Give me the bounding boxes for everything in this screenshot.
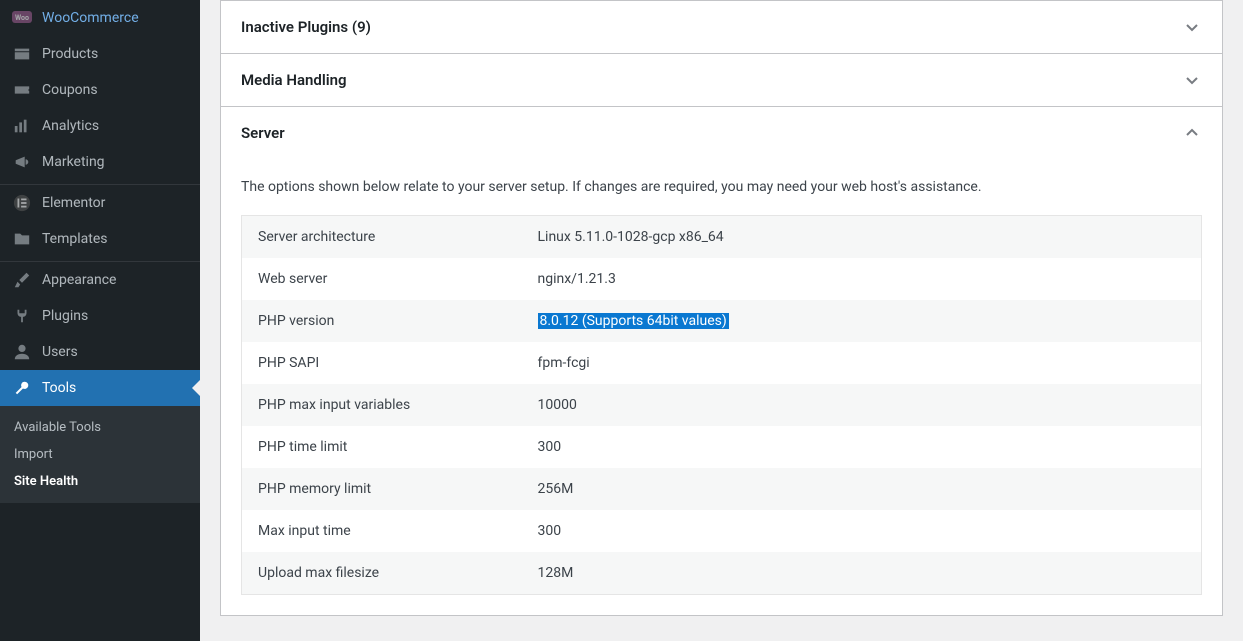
- bars-icon: [12, 116, 32, 136]
- row-value: 300: [522, 510, 1202, 552]
- section-title: Server: [241, 124, 285, 142]
- wrench-icon: [12, 378, 32, 398]
- table-row: PHP time limit300: [242, 426, 1202, 468]
- table-row: Web servernginx/1.21.3: [242, 258, 1202, 300]
- section-title: Media Handling: [241, 71, 347, 89]
- box-icon: [12, 44, 32, 64]
- row-value: nginx/1.21.3: [522, 258, 1202, 300]
- sidebar-item-label: Users: [42, 344, 78, 360]
- megaphone-icon: [12, 152, 32, 172]
- row-label: PHP version: [242, 300, 522, 342]
- elementor-icon: [12, 193, 32, 213]
- woocommerce-icon: Woo: [12, 8, 32, 28]
- chevron-down-icon: [1182, 17, 1202, 37]
- sidebar-item-label: Appearance: [42, 272, 116, 288]
- sidebar-item-appearance[interactable]: Appearance: [0, 262, 200, 298]
- table-row: PHP memory limit256M: [242, 468, 1202, 510]
- highlighted-text: 8.0.12 (Supports 64bit values): [538, 313, 729, 329]
- sidebar-item-label: Coupons: [42, 82, 98, 98]
- table-row: PHP version 8.0.12 (Supports 64bit values…: [242, 300, 1202, 342]
- sidebar-item-tools[interactable]: Tools: [0, 370, 200, 406]
- sidebar-item-elementor[interactable]: Elementor: [0, 185, 200, 221]
- accordion-toggle-server[interactable]: Server: [221, 107, 1222, 159]
- row-label: PHP memory limit: [242, 468, 522, 510]
- section-server: Server The options shown below relate to…: [220, 107, 1223, 616]
- row-value: Linux 5.11.0-1028-gcp x86_64: [522, 216, 1202, 259]
- ticket-icon: [12, 80, 32, 100]
- row-label: PHP time limit: [242, 426, 522, 468]
- row-value: 128M: [522, 552, 1202, 595]
- submenu-item-available-tools[interactable]: Available Tools: [0, 414, 200, 441]
- submenu-item-site-health[interactable]: Site Health: [0, 468, 200, 495]
- sidebar-item-plugins[interactable]: Plugins: [0, 298, 200, 334]
- section-title: Inactive Plugins (9): [241, 18, 371, 36]
- sidebar-item-label: Analytics: [42, 118, 99, 134]
- user-icon: [12, 342, 32, 362]
- table-row: PHP max input variables10000: [242, 384, 1202, 426]
- row-label: Max input time: [242, 510, 522, 552]
- main-content: Inactive Plugins (9) Media Handling Serv…: [200, 0, 1243, 641]
- sidebar-item-analytics[interactable]: Analytics: [0, 108, 200, 144]
- section-inactive-plugins: Inactive Plugins (9): [220, 0, 1223, 54]
- row-value: 300: [522, 426, 1202, 468]
- chevron-up-icon: [1182, 123, 1202, 143]
- server-info-table: Server architectureLinux 5.11.0-1028-gcp…: [241, 215, 1202, 595]
- sidebar-item-templates[interactable]: Templates: [0, 221, 200, 257]
- brush-icon: [12, 270, 32, 290]
- table-row: PHP SAPIfpm-fcgi: [242, 342, 1202, 384]
- sidebar-item-label: Templates: [42, 231, 108, 247]
- row-label: Server architecture: [242, 216, 522, 259]
- plug-icon: [12, 306, 32, 326]
- sidebar-item-label: WooCommerce: [42, 10, 139, 26]
- accordion-toggle-inactive-plugins[interactable]: Inactive Plugins (9): [221, 1, 1222, 53]
- server-section-body: The options shown below relate to your s…: [221, 159, 1222, 615]
- submenu-item-import[interactable]: Import: [0, 441, 200, 468]
- row-label: PHP max input variables: [242, 384, 522, 426]
- sidebar-item-woocommerce[interactable]: Woo WooCommerce: [0, 0, 200, 36]
- section-media-handling: Media Handling: [220, 54, 1223, 107]
- row-value: 8.0.12 (Supports 64bit values): [522, 300, 1202, 342]
- sidebar-item-label: Marketing: [42, 154, 105, 170]
- sidebar-item-users[interactable]: Users: [0, 334, 200, 370]
- row-label: PHP SAPI: [242, 342, 522, 384]
- tools-submenu: Available Tools Import Site Health: [0, 406, 200, 503]
- row-value: 256M: [522, 468, 1202, 510]
- server-description: The options shown below relate to your s…: [241, 159, 1202, 215]
- row-value: fpm-fcgi: [522, 342, 1202, 384]
- svg-text:Woo: Woo: [15, 14, 29, 22]
- accordion-toggle-media-handling[interactable]: Media Handling: [221, 54, 1222, 106]
- table-row: Server architectureLinux 5.11.0-1028-gcp…: [242, 216, 1202, 259]
- sidebar-item-label: Elementor: [42, 195, 105, 211]
- sidebar-item-marketing[interactable]: Marketing: [0, 144, 200, 180]
- sidebar-item-label: Tools: [42, 380, 76, 396]
- row-value: 10000: [522, 384, 1202, 426]
- chevron-down-icon: [1182, 70, 1202, 90]
- row-label: Upload max filesize: [242, 552, 522, 595]
- sidebar-item-coupons[interactable]: Coupons: [0, 72, 200, 108]
- folder-icon: [12, 229, 32, 249]
- sidebar-item-label: Products: [42, 46, 98, 62]
- table-row: Max input time300: [242, 510, 1202, 552]
- table-row: Upload max filesize128M: [242, 552, 1202, 595]
- row-label: Web server: [242, 258, 522, 300]
- admin-sidebar: Woo WooCommerce Products Coupons Analyti…: [0, 0, 200, 641]
- sidebar-item-label: Plugins: [42, 308, 88, 324]
- sidebar-item-products[interactable]: Products: [0, 36, 200, 72]
